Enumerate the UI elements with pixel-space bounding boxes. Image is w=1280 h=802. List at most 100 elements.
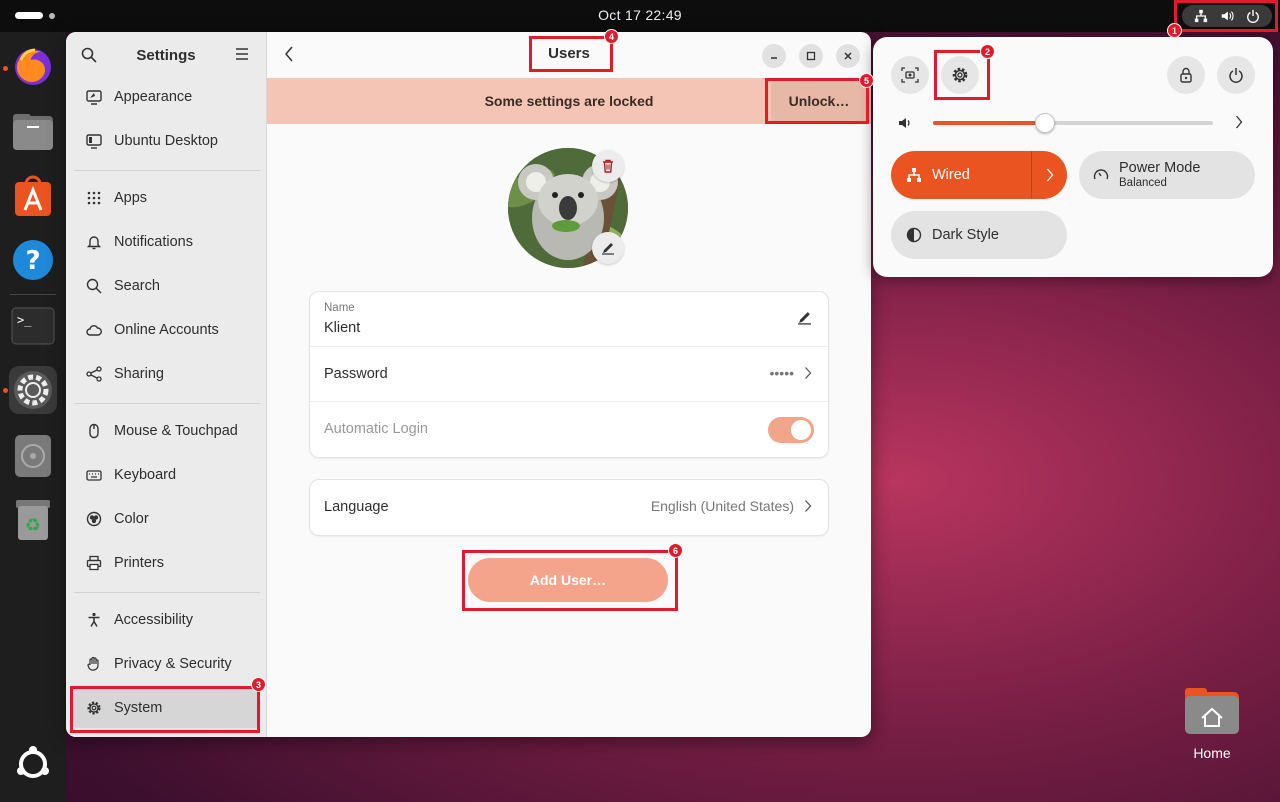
chevron-right-icon[interactable]: [1235, 114, 1243, 130]
firefox-icon[interactable]: [9, 42, 57, 90]
screenshot-button[interactable]: [891, 56, 929, 94]
search-icon: [86, 278, 102, 294]
svg-text:♻: ♻: [25, 515, 41, 536]
password-row[interactable]: Password •••••: [310, 347, 828, 402]
bell-icon: [86, 236, 102, 250]
annotation-box-3: [70, 686, 260, 733]
sidebar-item-color[interactable]: Color: [72, 499, 260, 539]
edit-name-button[interactable]: [797, 310, 812, 325]
user-details-card: Name Klient Password ••••• Automatic Log…: [309, 291, 829, 458]
sidebar-item-keyboard[interactable]: Keyboard: [72, 455, 260, 495]
wired-menu-button[interactable]: [1031, 151, 1067, 199]
show-apps-icon[interactable]: [9, 740, 57, 788]
sidebar-item-label: Color: [114, 511, 149, 527]
sidebar-separator: [74, 403, 260, 404]
sidebar-item-label: Printers: [114, 555, 164, 571]
language-card: Language English (United States): [309, 479, 829, 536]
home-label: Home: [1193, 745, 1231, 761]
running-indicator: [3, 66, 8, 71]
svg-text:>_: >_: [17, 313, 32, 327]
automatic-login-label: Automatic Login: [324, 421, 428, 437]
apps-grid-icon: [87, 191, 101, 205]
sidebar-item-mouse-touchpad[interactable]: Mouse & Touchpad: [72, 411, 260, 451]
printer-icon: [86, 555, 102, 571]
desktop-home-folder[interactable]: Home: [1180, 686, 1244, 761]
annotation-badge-3: 3: [251, 677, 266, 692]
dark-style-label: Dark Style: [932, 227, 999, 243]
volume-slider[interactable]: [933, 113, 1213, 133]
sidebar-item-label: Ubuntu Desktop: [114, 133, 218, 149]
maximize-button[interactable]: [799, 44, 823, 68]
sidebar-item-printers[interactable]: Printers: [72, 543, 260, 583]
desktop-icon: [86, 134, 102, 149]
dock-separator: [10, 294, 56, 295]
language-right: English (United States): [651, 498, 812, 514]
power-off-button[interactable]: [1217, 56, 1255, 94]
sidebar-item-accessibility[interactable]: Accessibility: [72, 600, 260, 640]
sidebar-item-search[interactable]: Search: [72, 266, 260, 306]
power-mode-toggle[interactable]: Power Mode Balanced: [1079, 151, 1255, 199]
pencil-icon: [798, 312, 811, 325]
dark-style-icon: [906, 227, 922, 243]
volume-slider-handle[interactable]: [1035, 113, 1055, 133]
sidebar-item-label: Sharing: [114, 366, 164, 382]
dark-style-toggle[interactable]: Dark Style: [891, 211, 1067, 259]
edit-avatar-button[interactable]: [592, 232, 624, 264]
lock-icon: [1180, 67, 1192, 83]
sidebar-item-label: Online Accounts: [114, 322, 219, 338]
clock[interactable]: Oct 17 22:49: [0, 7, 1280, 23]
name-label: Name: [324, 302, 355, 314]
sidebar-item-appearance[interactable]: Appearance: [72, 77, 260, 117]
minimize-button[interactable]: [762, 44, 786, 68]
settings-icon[interactable]: [9, 366, 57, 414]
volume-icon[interactable]: [897, 115, 913, 131]
sidebar-separator: [74, 592, 260, 593]
sidebar-item-apps[interactable]: Apps: [72, 178, 260, 218]
annotation-box-2: [934, 50, 990, 100]
sidebar-header: Settings: [66, 32, 266, 78]
screenshot-icon: [901, 67, 919, 83]
power-mode-value: Balanced: [1119, 176, 1167, 189]
hamburger-menu-icon[interactable]: [235, 48, 249, 60]
sidebar-item-ubuntu-desktop[interactable]: Ubuntu Desktop: [72, 121, 260, 161]
close-button[interactable]: [836, 44, 860, 68]
maximize-icon: [806, 51, 816, 61]
help-icon[interactable]: ?: [9, 236, 57, 284]
terminal-icon[interactable]: >_: [9, 302, 57, 350]
appearance-icon: [86, 90, 102, 105]
pencil-icon: [602, 243, 614, 255]
disk-icon[interactable]: [9, 432, 57, 480]
language-row[interactable]: Language English (United States): [310, 480, 828, 535]
files-icon[interactable]: [9, 108, 57, 156]
language-label: Language: [324, 499, 389, 515]
annotation-badge-2: 2: [980, 44, 995, 59]
speedometer-icon: [1093, 169, 1109, 180]
sidebar-item-sharing[interactable]: Sharing: [72, 354, 260, 394]
keyboard-icon: [86, 470, 102, 481]
toggle-knob: [791, 420, 811, 440]
power-mode-label: Power Mode: [1119, 160, 1201, 177]
sidebar-item-online-accounts[interactable]: Online Accounts: [72, 310, 260, 350]
wired-network-toggle[interactable]: Wired: [891, 151, 1067, 199]
password-value: •••••: [769, 365, 794, 381]
top-bar: Oct 17 22:49: [0, 0, 1280, 32]
sidebar-item-notifications[interactable]: Notifications: [72, 222, 260, 262]
sidebar-item-label: Keyboard: [114, 467, 177, 483]
remove-avatar-button[interactable]: [592, 150, 624, 182]
automatic-login-row: Automatic Login: [310, 402, 828, 457]
annotation-box-4: [529, 36, 613, 72]
language-value: English (United States): [650, 498, 794, 514]
power-icon: [1229, 68, 1243, 83]
svg-text:?: ?: [25, 246, 40, 276]
lock-screen-button[interactable]: [1167, 56, 1205, 94]
annotation-box-1: [1174, 0, 1278, 32]
search-icon[interactable]: [81, 47, 97, 63]
sidebar-item-privacy-security[interactable]: Privacy & Security: [72, 644, 260, 684]
users-panel: Users Some settings are locked Unlock… N…: [267, 32, 871, 737]
sidebar-item-label: Privacy & Security: [114, 656, 232, 672]
wired-label: Wired: [932, 167, 970, 183]
trash-icon[interactable]: ♻: [9, 496, 57, 544]
mouse-icon: [89, 423, 99, 439]
app-center-icon[interactable]: [9, 172, 57, 220]
automatic-login-toggle[interactable]: [768, 417, 814, 443]
